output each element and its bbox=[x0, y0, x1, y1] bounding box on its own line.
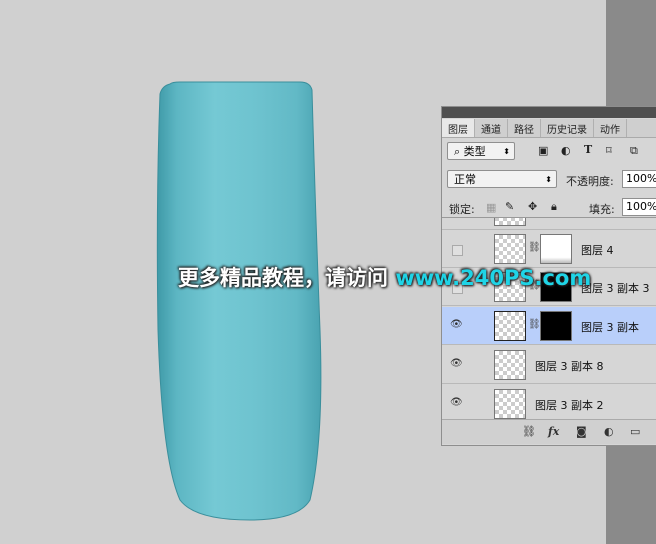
watermark-url: www.240PS.com bbox=[395, 266, 592, 290]
panel-title-bar[interactable] bbox=[442, 107, 656, 118]
type-filter-icon[interactable]: T bbox=[584, 143, 592, 156]
layer-name[interactable]: 图层 4 bbox=[581, 242, 614, 258]
layer-thumbnail bbox=[494, 389, 526, 419]
chevron-updown-icon: ⬍ bbox=[545, 175, 552, 184]
tab-history[interactable]: 历史记录 bbox=[541, 119, 594, 137]
folder-icon[interactable]: ▭ bbox=[630, 425, 640, 438]
move-icon[interactable]: ✥ bbox=[528, 200, 537, 213]
cup-artwork bbox=[156, 81, 322, 521]
pixel-filter-icon[interactable]: ▣ bbox=[538, 144, 548, 157]
blend-mode-select[interactable]: 正常 ⬍ bbox=[447, 170, 557, 188]
layer-row[interactable]: 👁︎ 图层 3 副本 8 bbox=[442, 346, 656, 384]
layer-row-selected[interactable]: 👁︎ ⛓ 图层 3 副本 bbox=[442, 307, 656, 345]
tab-actions[interactable]: 动作 bbox=[594, 119, 627, 137]
fill-input[interactable]: 100% bbox=[622, 198, 656, 216]
layer-mask-thumbnail bbox=[540, 311, 572, 341]
filter-kind-value: 类型 bbox=[463, 145, 486, 158]
link-icon[interactable]: ⛓ bbox=[522, 425, 536, 438]
smart-object-filter-icon[interactable]: ⧉ bbox=[630, 144, 638, 158]
panel-tabs: 图层 通道 路径 历史记录 动作 bbox=[442, 119, 656, 138]
opacity-input[interactable]: 100% bbox=[622, 170, 656, 188]
mask-icon[interactable]: ◙ bbox=[576, 425, 587, 438]
layer-thumbnail bbox=[494, 350, 526, 380]
layer-row[interactable] bbox=[442, 217, 656, 230]
eye-icon[interactable]: 👁︎ bbox=[450, 319, 463, 331]
opacity-label: 不透明度: bbox=[566, 175, 614, 188]
adjustment-icon[interactable]: ◐ bbox=[604, 425, 614, 438]
brush-icon[interactable]: ✎ bbox=[505, 200, 514, 213]
eye-icon[interactable]: 👁︎ bbox=[450, 358, 463, 370]
fill-label: 填充: bbox=[589, 203, 615, 216]
layer-row[interactable]: 👁︎ 图层 3 副本 2 bbox=[442, 385, 656, 423]
tab-paths[interactable]: 路径 bbox=[508, 119, 541, 137]
eye-icon[interactable]: 👁︎ bbox=[450, 397, 463, 409]
link-icon: ⛓ bbox=[528, 319, 541, 330]
layer-name[interactable]: 图层 3 副本 8 bbox=[535, 358, 604, 374]
layer-thumbnail bbox=[494, 311, 526, 341]
layer-name[interactable]: 图层 3 副本 2 bbox=[535, 397, 604, 413]
link-icon: ⛓ bbox=[528, 242, 541, 253]
adjustment-filter-icon[interactable]: ◐ bbox=[561, 144, 571, 157]
layer-thumbnail bbox=[494, 218, 526, 226]
layer-thumbnail bbox=[494, 234, 526, 264]
lock-label: 锁定: bbox=[449, 203, 475, 216]
watermark-text: 更多精品教程，请访问 bbox=[178, 266, 388, 290]
tab-channels[interactable]: 通道 bbox=[475, 119, 508, 137]
layer-name[interactable]: 图层 3 副本 3 bbox=[581, 280, 650, 296]
search-icon: ⌕ bbox=[454, 145, 464, 158]
visibility-toggle[interactable] bbox=[452, 217, 463, 218]
filter-kind-select[interactable]: ⌕ 类型 ⬍ bbox=[447, 142, 515, 160]
fx-icon[interactable]: fx bbox=[548, 425, 559, 438]
layer-name[interactable]: 图层 3 副本 bbox=[581, 319, 639, 335]
watermark: 更多精品教程，请访问 www.240PS.com bbox=[178, 262, 591, 292]
blend-mode-value: 正常 bbox=[454, 173, 476, 186]
tab-layers[interactable]: 图层 bbox=[442, 119, 475, 137]
lock-icon[interactable]: 🔒︎ bbox=[551, 200, 557, 214]
chevron-updown-icon: ⬍ bbox=[503, 147, 510, 156]
layers-list: ⛓ 图层 4 ⛓ 图层 3 副本 3 👁︎ ⛓ 图层 3 副本 👁︎ 图层 3 … bbox=[442, 217, 656, 424]
visibility-toggle[interactable] bbox=[452, 245, 463, 256]
lock-transparency-icon[interactable]: ▦ bbox=[486, 201, 496, 214]
shape-filter-icon[interactable]: ⌑ bbox=[606, 144, 612, 157]
layer-mask-thumbnail bbox=[540, 234, 572, 264]
layers-panel-footer: ⛓ fx ◙ ◐ ▭ bbox=[442, 419, 656, 444]
